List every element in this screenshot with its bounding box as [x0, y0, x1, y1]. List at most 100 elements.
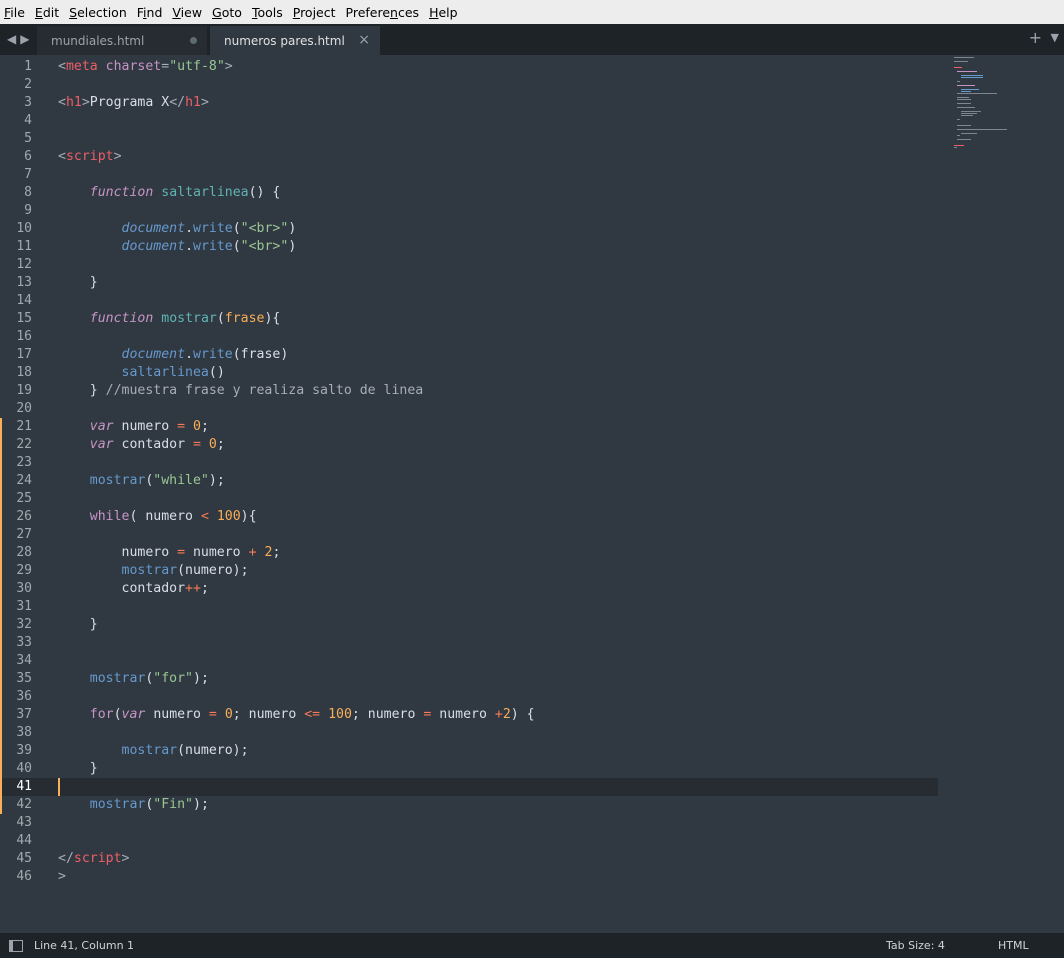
code-line[interactable]: [58, 166, 938, 184]
line-number: 15: [16, 311, 32, 326]
code-line[interactable]: }: [58, 274, 938, 292]
code-line[interactable]: [58, 130, 938, 148]
line-number: 40: [0, 760, 48, 778]
code-line[interactable]: [58, 814, 938, 832]
unsaved-dot-icon[interactable]: [190, 37, 197, 44]
syntax-selector[interactable]: HTML: [998, 939, 1029, 952]
code-line[interactable]: </script>: [58, 850, 938, 868]
code-line[interactable]: [58, 400, 938, 418]
code-line[interactable]: <script>: [58, 148, 938, 166]
code-line[interactable]: var contador = 0;: [58, 436, 938, 454]
status-bar: Line 41, Column 1 Tab Size: 4 HTML: [0, 933, 1064, 958]
code-line[interactable]: [58, 526, 938, 544]
code-line[interactable]: [58, 112, 938, 130]
line-number: 31: [0, 598, 48, 616]
code-line[interactable]: }: [58, 616, 938, 634]
code-line[interactable]: [48, 778, 938, 796]
chevron-down-icon[interactable]: ▼: [1051, 31, 1059, 44]
code-line[interactable]: function mostrar(frase){: [58, 310, 938, 328]
line-number: 22: [0, 436, 48, 454]
tab-label: numeros pares.html: [224, 34, 345, 48]
triangle-left-icon[interactable]: ◀: [7, 32, 20, 46]
menu-edit[interactable]: Edit: [30, 5, 64, 20]
code-line[interactable]: [58, 76, 938, 94]
menu-tools[interactable]: Tools: [247, 5, 288, 20]
minimap[interactable]: [952, 55, 1022, 155]
line-number: 19: [16, 383, 32, 398]
menu-selection[interactable]: Selection: [64, 5, 132, 20]
line-number: 38: [0, 724, 48, 742]
line-number: 25: [0, 490, 48, 508]
code-line[interactable]: [58, 256, 938, 274]
line-number: 33: [0, 634, 48, 652]
line-number: 16: [16, 329, 32, 344]
code-line[interactable]: [58, 832, 938, 850]
line-number: 1: [24, 59, 32, 74]
line-number: 29: [0, 562, 48, 580]
tab-mundiales[interactable]: mundiales.html: [37, 26, 207, 55]
menu-project[interactable]: Project: [288, 5, 341, 20]
code-line[interactable]: function saltarlinea() {: [58, 184, 938, 202]
line-number: 4: [24, 113, 32, 128]
line-number: 34: [0, 652, 48, 670]
line-number: 32: [0, 616, 48, 634]
menu-preferences[interactable]: Preferences: [341, 5, 425, 20]
code-line[interactable]: saltarlinea(): [58, 364, 938, 382]
menu-file[interactable]: File: [0, 5, 30, 20]
code-line[interactable]: [58, 292, 938, 310]
code-line[interactable]: } //muestra frase y realiza salto de lin…: [58, 382, 938, 400]
line-number: 26: [0, 508, 48, 526]
code-line[interactable]: >: [58, 868, 938, 886]
code-line[interactable]: var numero = 0;: [58, 418, 938, 436]
code-line[interactable]: [58, 688, 938, 706]
tab-numeros-pares[interactable]: numeros pares.html ×: [210, 26, 380, 55]
code-line[interactable]: mostrar("while");: [58, 472, 938, 490]
tab-nav-arrows[interactable]: ◀▶: [7, 32, 33, 46]
code-view[interactable]: <meta charset="utf-8"> <h1>Programa X</h1…: [48, 58, 938, 886]
code-line[interactable]: mostrar(numero);: [58, 742, 938, 760]
code-line[interactable]: for(var numero = 0; numero <= 100; numer…: [58, 706, 938, 724]
code-line[interactable]: document.write("<br>"): [58, 238, 938, 256]
menu-help[interactable]: Help: [424, 5, 463, 20]
code-line[interactable]: numero = numero + 2;: [58, 544, 938, 562]
line-number: 13: [16, 275, 32, 290]
code-line[interactable]: [58, 598, 938, 616]
code-line[interactable]: [58, 652, 938, 670]
close-icon[interactable]: ×: [358, 32, 370, 48]
code-line[interactable]: [58, 454, 938, 472]
code-line[interactable]: mostrar("Fin");: [58, 796, 938, 814]
code-line[interactable]: [58, 634, 938, 652]
code-line[interactable]: <meta charset="utf-8">: [58, 58, 938, 76]
code-line[interactable]: while( numero < 100){: [58, 508, 938, 526]
tab-size-selector[interactable]: Tab Size: 4: [886, 939, 945, 952]
code-line[interactable]: document.write("<br>"): [58, 220, 938, 238]
triangle-right-icon[interactable]: ▶: [20, 32, 33, 46]
line-number-gutter: 1 2 3 4 5 6 7 8 9 10 11 12 13 14 15 16 17 18 19 20 21 22 23 24 2…: [0, 58, 48, 886]
line-number: 46: [16, 869, 32, 884]
menu-find[interactable]: Find: [132, 5, 168, 20]
code-line[interactable]: }: [58, 760, 938, 778]
editor-area[interactable]: 1 2 3 4 5 6 7 8 9 10 11 12 13 14 15 16 17 18 19 20 21 22 23 24 2…: [0, 55, 1064, 933]
line-number: 10: [16, 221, 32, 236]
code-line[interactable]: document.write(frase): [58, 346, 938, 364]
cursor-position[interactable]: Line 41, Column 1: [34, 939, 134, 952]
code-line[interactable]: [58, 328, 938, 346]
line-number: 8: [24, 185, 32, 200]
line-number: 12: [16, 257, 32, 272]
menu-view[interactable]: View: [167, 5, 207, 20]
line-number: 3: [24, 95, 32, 110]
plus-icon[interactable]: +: [1029, 28, 1042, 47]
line-number: 21: [0, 418, 48, 436]
code-line[interactable]: [58, 490, 938, 508]
code-line[interactable]: mostrar(numero);: [58, 562, 938, 580]
code-line[interactable]: [58, 724, 938, 742]
code-line[interactable]: mostrar("for");: [58, 670, 938, 688]
menu-goto[interactable]: Goto: [207, 5, 247, 20]
code-line[interactable]: <h1>Programa X</h1>: [58, 94, 938, 112]
code-line[interactable]: [58, 202, 938, 220]
line-number: 41: [0, 778, 48, 796]
panel-toggle-icon[interactable]: [9, 940, 23, 952]
text-cursor: [58, 778, 60, 796]
code-line[interactable]: contador++;: [58, 580, 938, 598]
line-number: 45: [16, 851, 32, 866]
